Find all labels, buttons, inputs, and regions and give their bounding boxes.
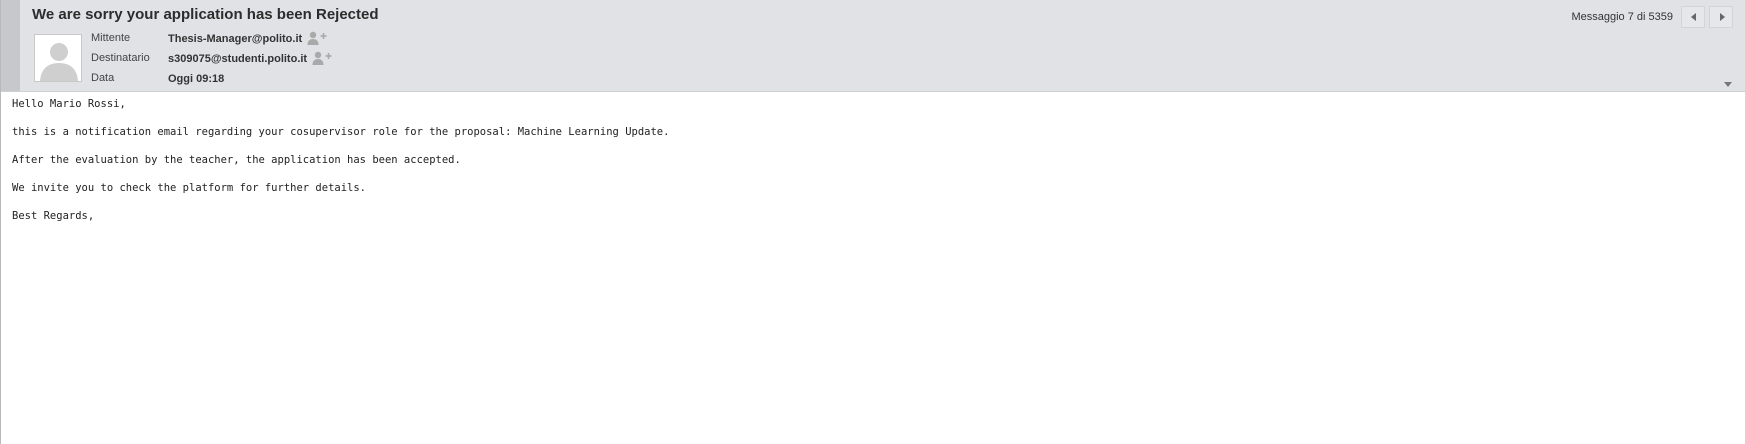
body-line: this is a notification email regarding y… (12, 126, 670, 138)
header-strip (1, 0, 20, 91)
sender-label: Mittente (91, 32, 131, 44)
body-line: We invite you to check the platform for … (12, 182, 367, 194)
sender-value[interactable]: Thesis-Manager@polito.it (168, 33, 302, 45)
message-counter: Messaggio 7 di 5359 (1571, 11, 1673, 23)
message-viewer: We are sorry your application has been R… (0, 0, 1746, 444)
message-header: We are sorry your application has been R… (1, 0, 1745, 92)
sender-avatar-icon (34, 34, 82, 82)
date-value: Oggi 09:18 (168, 73, 225, 85)
message-body: Hello Mario Rossi, this is a notificatio… (12, 97, 669, 237)
add-sender-contact-icon[interactable] (307, 31, 327, 45)
message-subject: We are sorry your application has been R… (32, 6, 379, 23)
body-line: Best Regards, (12, 210, 95, 222)
previous-message-button[interactable] (1681, 6, 1705, 28)
chevron-right-icon (1720, 13, 1725, 21)
body-line: After the evaluation by the teacher, the… (12, 154, 461, 166)
date-label: Data (91, 72, 115, 84)
recipient-label: Destinatario (91, 52, 150, 64)
next-message-button[interactable] (1709, 6, 1733, 28)
recipient-value[interactable]: s309075@studenti.polito.it (168, 53, 307, 65)
body-line: Hello Mario Rossi, (12, 98, 126, 110)
expand-header-toggle[interactable] (1723, 75, 1733, 87)
add-recipient-contact-icon[interactable] (312, 51, 332, 65)
chevron-down-icon (1724, 82, 1732, 87)
chevron-left-icon (1691, 13, 1696, 21)
